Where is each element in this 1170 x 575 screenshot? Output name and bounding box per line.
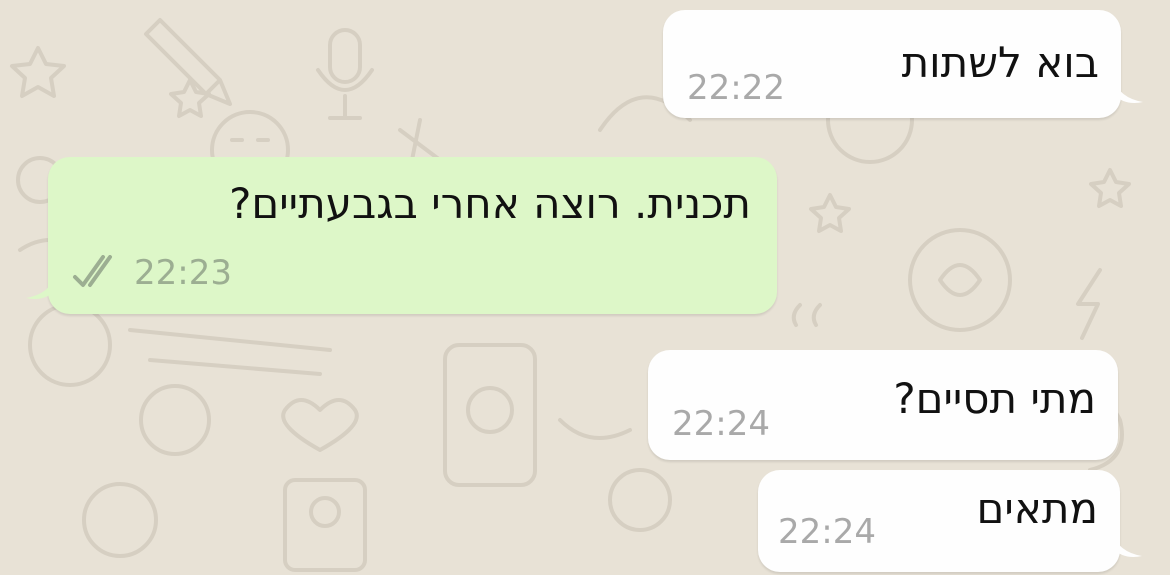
message-bubble-outgoing[interactable]: תכנית. רוצה אחרי בגבעתיים? 22:23 [26,157,777,314]
bubble-tail [1113,78,1143,103]
message-text: מתאים [976,484,1098,533]
bubble-tail [26,274,56,299]
double-check-icon [73,255,112,287]
message-timestamp: 22:23 [134,253,232,293]
message-text: בוא לשתות [901,38,1099,87]
message-bubble-incoming[interactable]: מתי תסיים? 22:24 [648,350,1118,460]
message-timestamp: 22:24 [672,404,770,444]
bubble-tail [1112,532,1142,557]
message-timestamp: 22:24 [778,512,876,552]
message-bubble-incoming[interactable]: מתאים 22:24 [758,470,1142,572]
message-timestamp: 22:22 [687,68,785,108]
message-text: מתי תסיים? [893,374,1096,423]
message-bubble-incoming[interactable]: בוא לשתות 22:22 [663,10,1143,118]
message-text: תכנית. רוצה אחרי בגבעתיים? [229,179,751,228]
